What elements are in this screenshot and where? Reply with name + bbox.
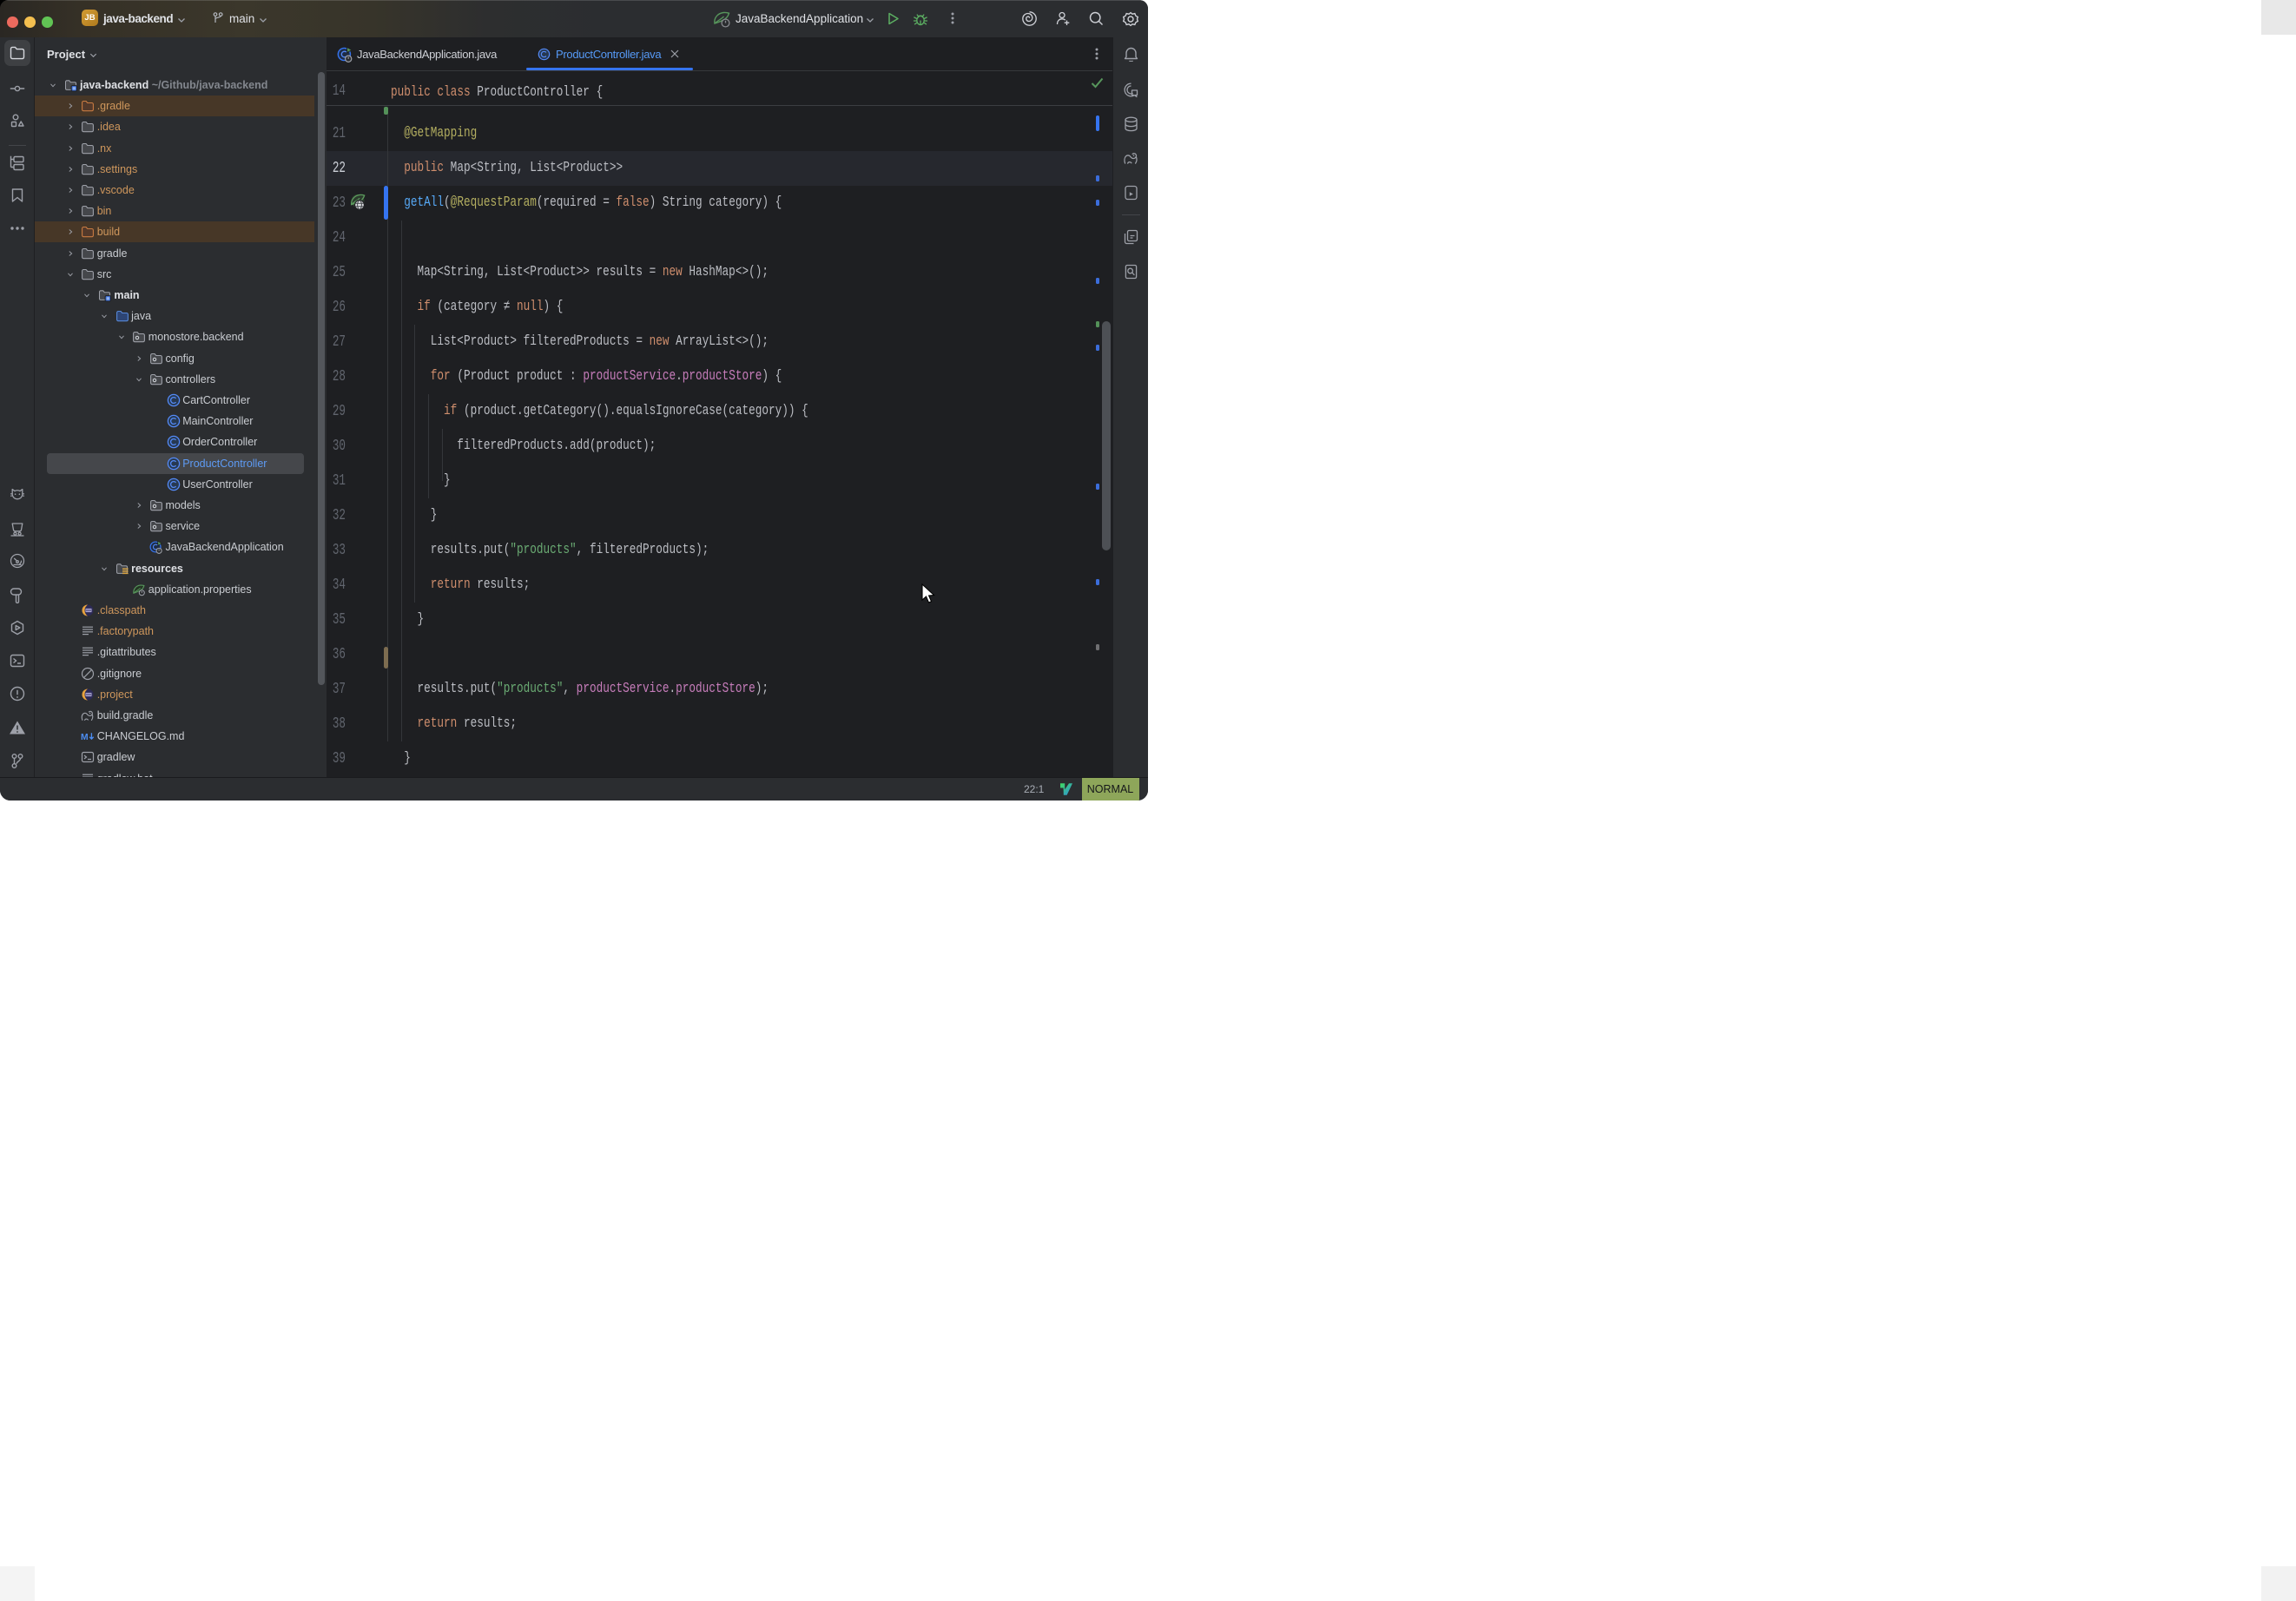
- svg-text:M: M: [81, 733, 89, 742]
